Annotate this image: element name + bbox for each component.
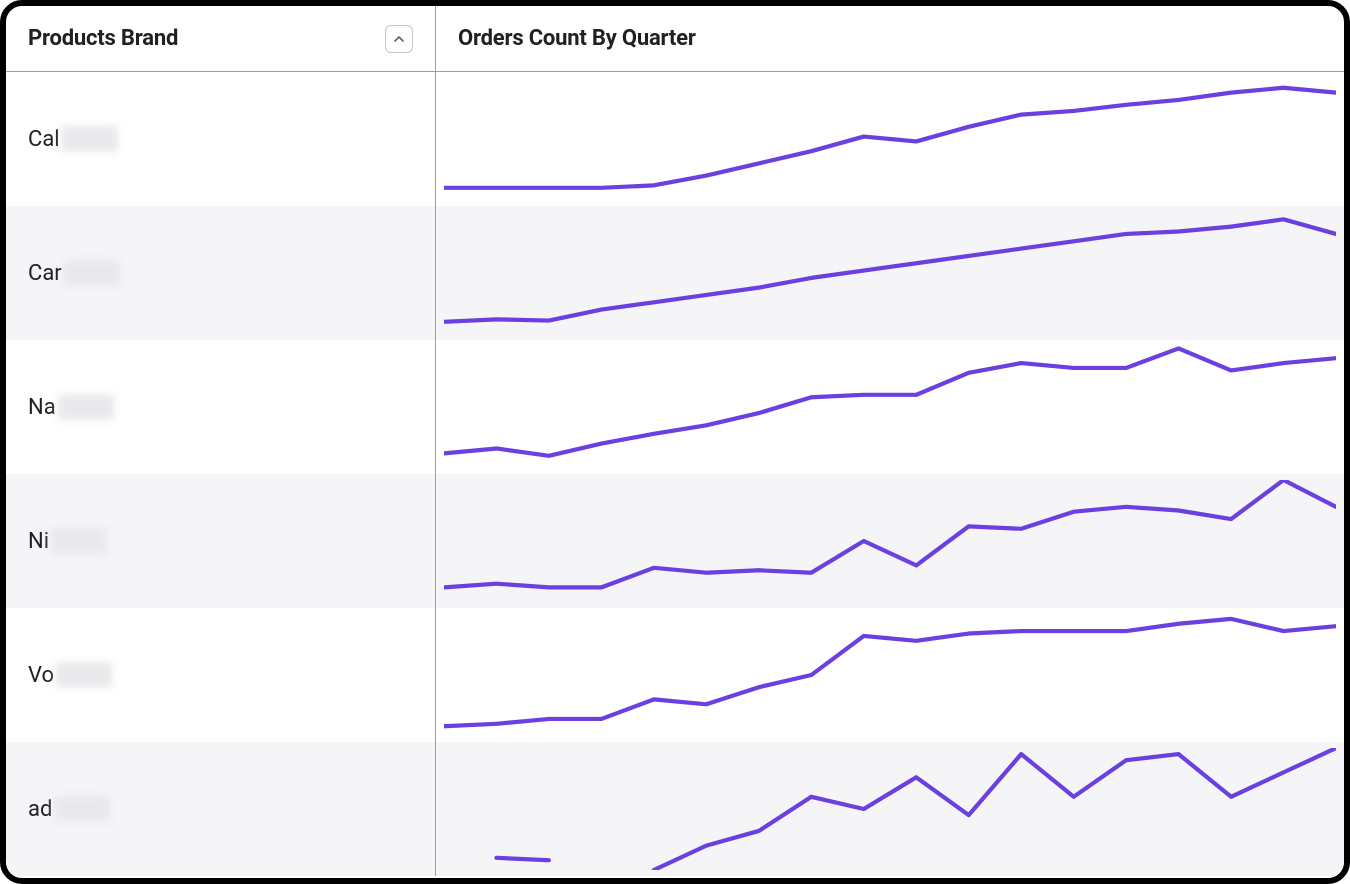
sparkline-chart: [444, 212, 1336, 334]
sparkline-path: [496, 748, 1336, 870]
table-row: Na: [6, 340, 1344, 474]
brand-text: ad: [28, 797, 52, 822]
brand-text: Ni: [28, 529, 49, 554]
brand-text: Na: [28, 395, 56, 420]
column-header-brand[interactable]: Products Brand: [6, 6, 436, 71]
sparkline-path: [444, 348, 1336, 455]
brand-label: ad: [28, 796, 110, 822]
sparkline-path: [444, 88, 1336, 188]
sparkline-cell: [436, 474, 1344, 608]
redacted-blur: [54, 796, 110, 822]
redacted-blur: [58, 394, 114, 420]
brand-text: Car: [28, 261, 62, 286]
brand-cell[interactable]: Na: [6, 340, 436, 474]
sparkline-chart: [444, 78, 1336, 200]
brand-cell[interactable]: Vo: [6, 608, 436, 742]
column-header-brand-label: Products Brand: [28, 26, 178, 51]
brand-cell[interactable]: Car: [6, 206, 436, 340]
brand-label: Na: [28, 394, 114, 420]
chevron-up-icon: [393, 33, 405, 45]
sparkline-chart: [444, 614, 1336, 736]
sparkline-cell: [436, 72, 1344, 206]
sparkline-chart: [444, 748, 1336, 870]
sparkline-cell: [436, 742, 1344, 876]
sparkline-cell: [436, 340, 1344, 474]
sparkline-path: [444, 619, 1336, 726]
brand-cell[interactable]: Ni: [6, 474, 436, 608]
table-header-row: Products Brand Orders Count By Quarter: [6, 6, 1344, 72]
brand-label: Car: [28, 260, 120, 286]
column-header-chart[interactable]: Orders Count By Quarter: [436, 6, 1344, 71]
table-row: Cal: [6, 72, 1344, 206]
brand-text: Vo: [28, 663, 54, 688]
sparkline-chart: [444, 480, 1336, 602]
sparkline-table: Products Brand Orders Count By Quarter C…: [6, 6, 1344, 878]
table-row: Vo: [6, 608, 1344, 742]
column-header-chart-label: Orders Count By Quarter: [458, 26, 696, 51]
redacted-blur: [62, 126, 118, 152]
sparkline-chart: [444, 346, 1336, 468]
redacted-blur: [56, 662, 112, 688]
brand-label: Cal: [28, 126, 118, 152]
redacted-blur: [51, 528, 107, 554]
table-row: ad: [6, 742, 1344, 876]
table-row: Car: [6, 206, 1344, 340]
brand-label: Ni: [28, 528, 107, 554]
table-body: Cal Car Na Ni Vo ad: [6, 72, 1344, 878]
sort-button[interactable]: [385, 25, 413, 53]
brand-cell[interactable]: Cal: [6, 72, 436, 206]
sparkline-cell: [436, 206, 1344, 340]
sparkline-path: [444, 219, 1336, 321]
table-row: Ni: [6, 474, 1344, 608]
brand-cell[interactable]: ad: [6, 742, 436, 876]
sparkline-path: [444, 480, 1336, 587]
sparkline-cell: [436, 608, 1344, 742]
report-frame: Products Brand Orders Count By Quarter C…: [0, 0, 1350, 884]
redacted-blur: [64, 260, 120, 286]
brand-label: Vo: [28, 662, 112, 688]
brand-text: Cal: [28, 127, 60, 152]
